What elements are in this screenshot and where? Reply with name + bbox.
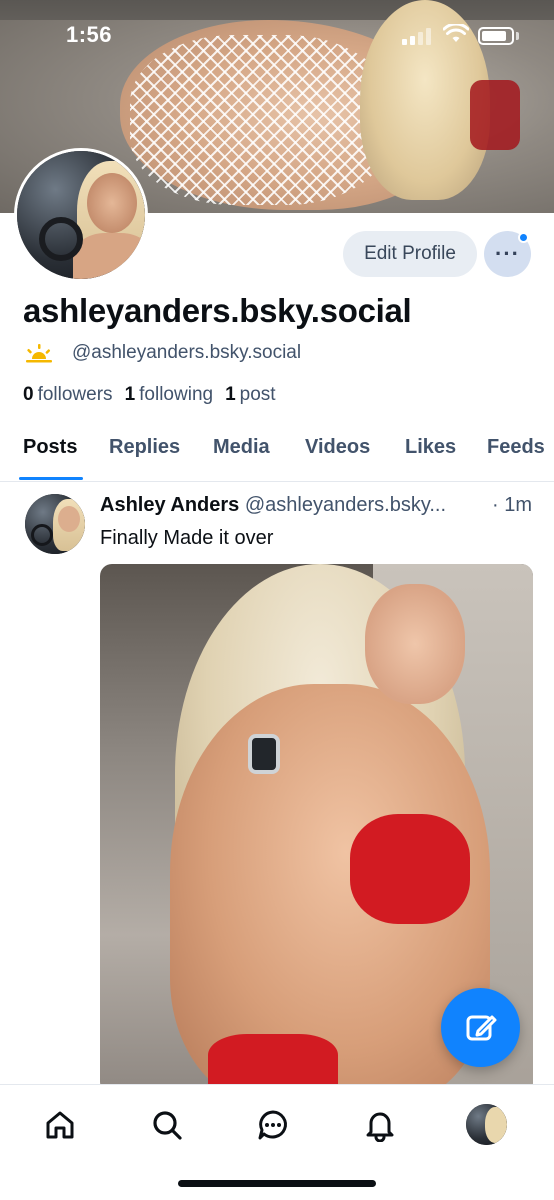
nav-avatar-hair [485,1107,507,1143]
profile-handle[interactable]: @ashleyanders.bsky.social [72,342,301,364]
avatar-steering-wheel [39,217,83,261]
post-image-watch [248,734,280,774]
tab-videos[interactable]: Videos [305,436,370,459]
profile-display-name: ashleyanders.bsky.social [23,292,412,329]
nav-profile-avatar[interactable] [466,1104,507,1145]
post-author-name[interactable]: Ashley Anders [100,494,239,516]
tab-feeds[interactable]: Feeds [487,436,545,459]
compose-button[interactable] [441,988,520,1067]
profile-stats: 0 followers 1 following 1 post [23,384,276,406]
compose-icon [466,1015,496,1040]
home-icon[interactable] [40,1105,80,1145]
profile-tabs: Posts Replies Media Videos Likes Feeds [0,430,554,482]
edit-profile-button[interactable]: Edit Profile [343,231,477,277]
post-avatar-wheel [31,524,53,546]
avatar-body [73,233,145,279]
banner-pillow [470,80,520,150]
active-tab-indicator [19,477,83,480]
tab-posts[interactable]: Posts [23,436,77,459]
post-text: Finally Made it over [100,527,274,549]
post-author-avatar[interactable] [25,494,85,554]
status-time: 1:56 [66,22,113,47]
avatar-face [87,173,137,233]
post-timestamp[interactable]: · 1m [492,494,532,517]
post-image-face [365,584,465,704]
profile-avatar[interactable] [14,148,148,282]
battery-icon [478,27,514,45]
notification-dot [518,232,529,243]
post-avatar-face [58,506,80,532]
wifi-icon [443,24,469,42]
search-icon[interactable] [147,1105,187,1145]
following-stat[interactable]: 1 following [125,384,214,406]
post-author-handle[interactable]: @ashleyanders.bsky... [245,494,446,516]
tab-likes[interactable]: Likes [405,436,456,459]
bell-icon[interactable] [360,1105,400,1145]
posts-stat: 1 post [225,384,276,405]
followers-stat[interactable]: 0 followers [23,384,113,406]
sunrise-icon [26,344,52,363]
tab-media[interactable]: Media [213,436,270,459]
home-indicator [178,1180,376,1187]
cellular-signal-icon [402,27,432,45]
status-bar: 1:56 [0,0,554,72]
post-header: Ashley Anders @ashleyanders.bsky... [100,494,540,517]
tab-replies[interactable]: Replies [109,436,180,459]
battery-tip [516,32,519,40]
chat-icon[interactable] [253,1105,293,1145]
post-image-garment-top [350,814,470,924]
profile-handle-row: @ashleyanders.bsky.social [24,341,301,365]
